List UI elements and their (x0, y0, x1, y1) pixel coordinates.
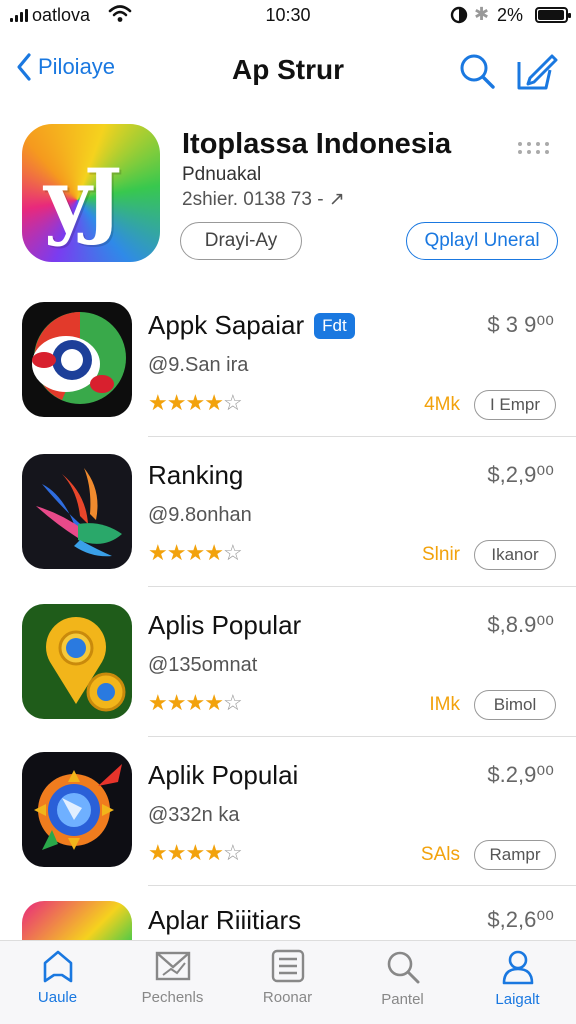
tab-pechenls[interactable]: Pechenls (115, 949, 230, 1019)
gradient-app-icon (22, 901, 132, 940)
star-rating: ★★★★☆ (148, 540, 243, 566)
app-badge: Fdt (314, 313, 355, 339)
app-name: Aplis Popular (148, 610, 302, 640)
tab-home[interactable]: Uaule (0, 949, 115, 1019)
mail-chart-icon (155, 951, 190, 981)
star-empty-icon: ☆ (222, 540, 243, 565)
star-filled-icon: ★ (148, 540, 168, 565)
battery-fill (538, 10, 565, 20)
featured-title: Itoplassa Indonesia (182, 128, 452, 160)
star-filled-icon: ★ (148, 390, 168, 415)
app-size: IMk (429, 694, 460, 715)
star-filled-icon: ★ (185, 840, 205, 865)
app-subtitle: @135omnat (148, 654, 258, 676)
get-button[interactable]: Rampr (474, 840, 556, 870)
tab-label: Roonar (262, 989, 313, 1006)
featured-app[interactable]: yJ Itoplassa Indonesia Pdnuakal 2shier. … (0, 122, 576, 272)
star-filled-icon: ★ (204, 540, 224, 565)
star-empty-icon: ☆ (222, 690, 243, 715)
app-price: $.2,9⁰⁰ (487, 762, 554, 787)
search-icon (460, 54, 495, 89)
tab-bar: Uaule Pechenls Roonar Pantel Laigalt (0, 940, 576, 1024)
tab-roonar[interactable]: Roonar (230, 949, 345, 1019)
featured-subtitle: Pdnuakal (182, 164, 262, 185)
compose-button[interactable] (516, 52, 558, 97)
star-rating: ★★★★☆ (148, 390, 243, 416)
divider (148, 885, 576, 886)
list-item[interactable]: Aplar Riiitiars $,2,6⁰⁰ (0, 887, 576, 940)
star-empty-icon: ☆ (222, 840, 243, 865)
tab-label: Pechenls (141, 989, 204, 1006)
more-options-icon[interactable] (518, 142, 549, 154)
star-rating: ★★★★☆ (148, 840, 243, 866)
nav-bar: Piloiaye Ap Strur (0, 40, 576, 104)
list-icon (271, 949, 304, 983)
star-filled-icon: ★ (148, 840, 168, 865)
star-filled-icon: ★ (166, 690, 187, 715)
battery-icon (535, 7, 571, 23)
featured-primary-button[interactable]: Drayi-Ay (180, 222, 302, 260)
featured-app-icon: yJ (22, 124, 160, 262)
bird-icon (22, 454, 132, 569)
list-item[interactable]: Ranking $,2,9⁰⁰ @9.8onhan ★★★★☆ Slnir Ik… (0, 438, 576, 588)
app-subtitle: @9.San ira (148, 354, 249, 376)
list-item[interactable]: Aplis Popular $,8.9⁰⁰ @135omnat ★★★★☆ IM… (0, 588, 576, 738)
app-subtitle: @332n ka (148, 804, 240, 826)
app-name: Ranking (148, 460, 244, 490)
app-size: 4Mk (424, 394, 460, 415)
app-name: Aplik Populai (148, 760, 299, 790)
home-icon (43, 950, 72, 983)
tab-label: Uaule (37, 989, 78, 1006)
star-filled-icon: ★ (148, 690, 168, 715)
app-price: $,8.9⁰⁰ (487, 612, 554, 637)
location-pin-icon (22, 604, 132, 719)
featured-glyph: yJ (44, 152, 123, 248)
app-price: $,2,9⁰⁰ (487, 462, 554, 487)
app-size: Slnir (421, 544, 460, 565)
star-filled-icon: ★ (185, 690, 205, 715)
moon-icon (450, 6, 468, 29)
get-button[interactable]: Bimol (474, 690, 556, 720)
featured-secondary-button[interactable]: Qplayl Uneral (406, 222, 558, 260)
star-filled-icon: ★ (185, 540, 205, 565)
app-size: SAls (420, 844, 460, 865)
tab-label: Pantel (381, 991, 424, 1008)
app-price: $,2,6⁰⁰ (487, 907, 554, 932)
status-bar: oatlova 10:30 ✱ 2% (0, 0, 576, 34)
star-filled-icon: ★ (166, 390, 187, 415)
star-filled-icon: ★ (166, 540, 187, 565)
app-price: $ 3 9⁰⁰ (487, 312, 554, 337)
list-item[interactable]: Appk Sapaiar Fdt $ 3 9⁰⁰ @9.San ira ★★★★☆… (0, 288, 576, 438)
list-item[interactable]: Aplik Populai $.2,9⁰⁰ @332n ka ★★★★☆ SAl… (0, 738, 576, 888)
battery-percent: 2% (497, 5, 524, 25)
star-filled-icon: ★ (204, 390, 224, 415)
featured-meta: 2shier. 0138 73 - ↗ (182, 189, 345, 210)
divider (148, 586, 576, 587)
chrome-style-icon (22, 302, 132, 417)
star-filled-icon: ★ (166, 840, 187, 865)
star-empty-icon: ☆ (222, 390, 243, 415)
bluetooth-icon: ✱ (474, 4, 490, 24)
divider (148, 736, 576, 737)
compose-icon (517, 54, 558, 90)
star-filled-icon: ★ (204, 690, 224, 715)
tab-pantel[interactable]: Pantel (345, 949, 460, 1019)
divider (148, 436, 576, 437)
get-button[interactable]: Ikanor (474, 540, 556, 570)
search-icon (387, 951, 419, 984)
star-rating: ★★★★☆ (148, 690, 243, 716)
app-name: Aplar Riiitiars (148, 905, 302, 935)
star-filled-icon: ★ (185, 390, 205, 415)
app-subtitle: @9.8onhan (148, 504, 252, 526)
tab-laigalt[interactable]: Laigalt (460, 949, 575, 1019)
star-filled-icon: ★ (204, 840, 224, 865)
search-button[interactable] (458, 52, 496, 95)
app-name: Appk Sapaiar Fdt (148, 310, 355, 341)
clock: 10:30 (265, 5, 311, 25)
compass-rocket-icon (22, 752, 132, 867)
tab-label: Laigalt (495, 991, 540, 1008)
get-button[interactable]: I Empr (474, 390, 556, 420)
person-icon (502, 950, 533, 985)
